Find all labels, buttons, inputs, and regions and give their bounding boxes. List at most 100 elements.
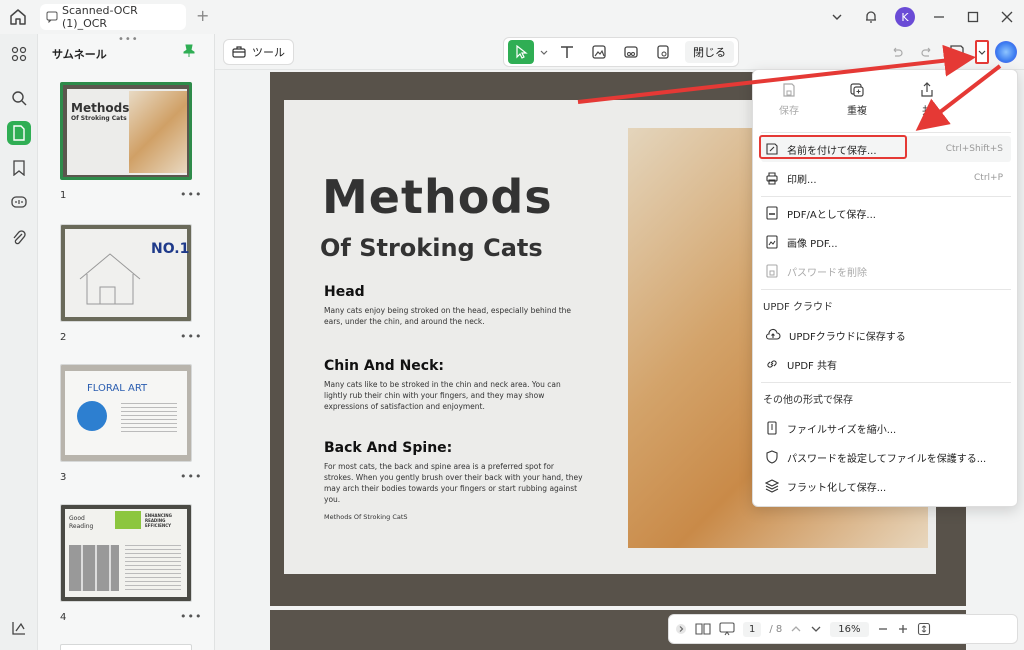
thumbnail-more-icon[interactable]: ••• <box>180 610 202 623</box>
compress-icon <box>767 421 777 435</box>
toolbox-icon <box>232 45 246 59</box>
section-heading: Back And Spine: <box>324 440 453 456</box>
printer-icon <box>766 172 778 185</box>
link-icon <box>767 360 777 368</box>
section-heading: Head <box>324 284 365 300</box>
menu-item-label: パスワードを削除 <box>787 267 867 279</box>
thumbnail-panel: ••• サムネール Methods Of Stroking Cats 1 •••… <box>38 34 215 650</box>
minimize-button[interactable] <box>922 0 956 34</box>
flatten-icon <box>765 479 779 493</box>
select-cursor-icon[interactable] <box>508 40 534 64</box>
menu-item-save-pdfa[interactable]: PDF/Aとして保存... <box>761 200 1011 226</box>
menu-section-header: その他の形式で保存 <box>763 395 853 406</box>
page-footer: Methods Of Stroking CatS <box>324 513 408 521</box>
watermark-tool-icon[interactable] <box>650 40 676 64</box>
maximize-button[interactable] <box>956 0 990 34</box>
menu-duplicate-button[interactable]: 重複 <box>827 82 887 117</box>
zoom-in-icon[interactable] <box>897 623 909 635</box>
menu-item-compress[interactable]: ファイルサイズを縮小... <box>761 415 1011 441</box>
thumbnail-number: 3 <box>60 472 67 483</box>
thumbnail-more-icon[interactable]: ••• <box>180 470 202 483</box>
menu-share-label: 共 <box>922 106 932 117</box>
thumbnail-heading: FLORAL ART <box>87 383 148 394</box>
menu-item-print[interactable]: 印刷... Ctrl+P <box>761 165 1011 191</box>
unlock-icon <box>766 264 778 278</box>
thumbnail-page-5[interactable] <box>60 644 192 650</box>
menu-item-image-pdf[interactable]: 画像 PDF... <box>761 229 1011 255</box>
grid-icon[interactable] <box>7 42 31 66</box>
section-text: For most cats, the back and spine area i… <box>324 462 583 504</box>
menu-item-remove-password[interactable]: パスワードを削除 <box>761 258 1011 284</box>
section-text: Many cats like to be stroked in the chin… <box>324 380 561 411</box>
thumbnail-page-4[interactable]: Good Reading ENHANCING READING EFFICIENC… <box>60 504 192 602</box>
comments-icon[interactable] <box>7 191 31 215</box>
home-icon[interactable] <box>8 7 28 27</box>
resize-grip[interactable]: ••• <box>118 34 139 45</box>
zoom-out-icon[interactable] <box>877 623 889 635</box>
updf-ai-icon[interactable] <box>995 41 1017 63</box>
attachment-icon[interactable] <box>7 226 31 250</box>
reading-mode-icon[interactable] <box>695 622 711 636</box>
menu-divider <box>761 132 1011 133</box>
menu-duplicate-label: 重複 <box>847 106 867 117</box>
collapse-icon[interactable] <box>675 623 687 635</box>
chevron-down-icon[interactable] <box>810 623 822 635</box>
image-tool-icon[interactable] <box>586 40 612 64</box>
menu-share-button[interactable]: 共 <box>897 82 957 117</box>
menu-divider <box>761 289 1011 290</box>
chevron-down-icon[interactable] <box>820 0 854 34</box>
menu-item-label: パスワードを設定してファイルを保護する... <box>787 453 987 465</box>
shortcut-label: Ctrl+Shift+S <box>945 144 1003 154</box>
panel-title: サムネール <box>52 48 107 61</box>
thumbnail-more-icon[interactable]: ••• <box>180 330 202 343</box>
save-options-dropdown[interactable] <box>975 40 989 64</box>
thumbnail-page-3[interactable]: FLORAL ART <box>60 364 192 462</box>
tab-title: Scanned-OCR (1)_OCR <box>62 4 138 30</box>
thumbnail-page-1[interactable]: Methods Of Stroking Cats <box>60 82 192 180</box>
section-heading: Chin And Neck: <box>324 358 444 374</box>
search-icon[interactable] <box>7 86 31 110</box>
pdfa-icon <box>766 206 778 220</box>
bookmark-icon[interactable] <box>7 156 31 180</box>
right-tool-group <box>885 37 1017 67</box>
layers-icon[interactable] <box>7 616 31 640</box>
chevron-down-icon[interactable] <box>540 48 548 56</box>
save-icon[interactable] <box>945 40 969 64</box>
chevron-up-icon[interactable] <box>790 623 802 635</box>
menu-item-protect[interactable]: パスワードを設定してファイルを保護する... <box>761 444 1011 470</box>
menu-item-flatten[interactable]: フラット化して保存... <box>761 473 1011 499</box>
title-bar: Scanned-OCR (1)_OCR + K <box>0 0 1024 34</box>
bell-icon[interactable] <box>854 0 888 34</box>
close-edit-button[interactable]: 閉じる <box>685 41 734 63</box>
new-tab-button[interactable]: + <box>196 8 212 24</box>
fit-page-icon[interactable] <box>917 622 931 636</box>
page-navigation-bar: 1 / 8 16% <box>668 614 1018 644</box>
menu-item-save-cloud[interactable]: UPDFクラウドに保存する <box>761 322 1011 348</box>
account-button[interactable]: K <box>888 0 922 34</box>
text-tool-icon[interactable] <box>554 40 580 64</box>
thumbnail-subheading: Of Stroking Cats <box>71 115 127 122</box>
tools-label: ツール <box>252 46 285 59</box>
link-tool-icon[interactable] <box>618 40 644 64</box>
left-rail <box>0 34 38 650</box>
page-current-input[interactable]: 1 <box>743 621 762 637</box>
menu-item-label: ファイルサイズを縮小... <box>787 424 897 436</box>
zoom-level[interactable]: 16% <box>830 621 869 637</box>
thumbnail-page-icon[interactable] <box>7 121 31 145</box>
redo-icon[interactable] <box>915 40 939 64</box>
window-controls: K <box>820 0 1024 34</box>
thumbnail-more-icon[interactable]: ••• <box>180 188 202 201</box>
presentation-icon[interactable] <box>719 622 735 636</box>
thumbnail-page-2[interactable]: NO.1 <box>60 224 192 322</box>
menu-item-updf-share[interactable]: UPDF 共有 <box>761 351 1011 377</box>
close-window-button[interactable] <box>990 0 1024 34</box>
document-subtitle: Of Stroking Cats <box>320 234 543 262</box>
save-icon <box>783 83 795 97</box>
document-tab[interactable]: Scanned-OCR (1)_OCR <box>40 4 186 30</box>
pin-icon[interactable] <box>183 44 195 58</box>
tools-button[interactable]: ツール <box>223 39 294 65</box>
main-toolbar: ツール 閉じる <box>215 34 1024 70</box>
menu-save-button[interactable]: 保存 <box>759 82 819 117</box>
undo-icon[interactable] <box>885 40 909 64</box>
menu-section-header: UPDF クラウド <box>763 302 833 313</box>
